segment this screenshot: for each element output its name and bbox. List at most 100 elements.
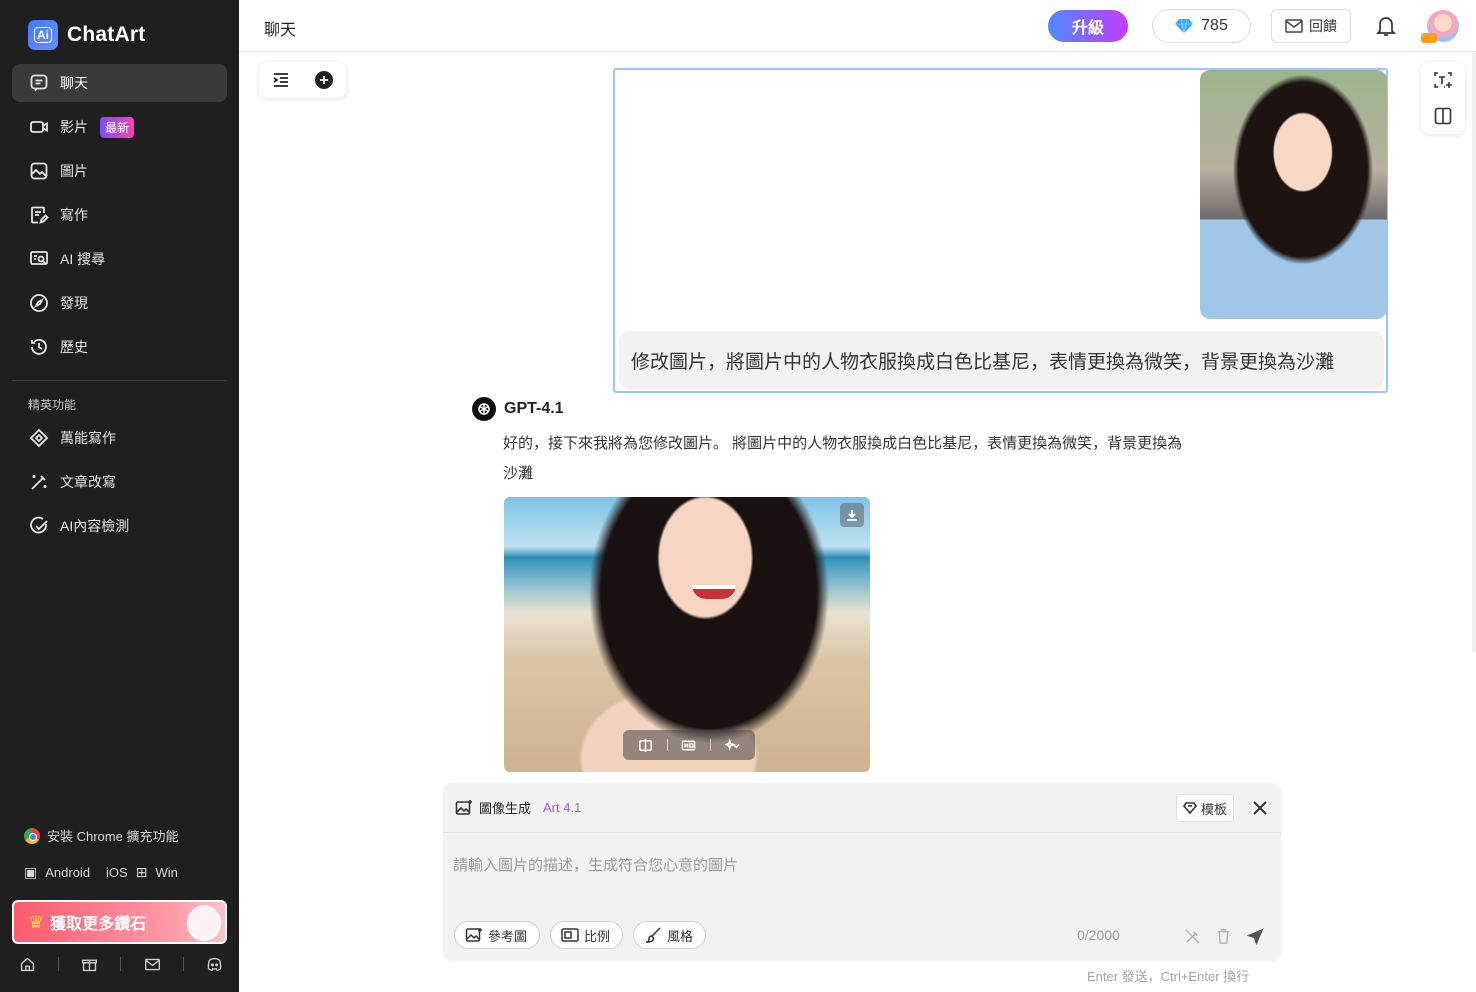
history-icon bbox=[28, 336, 50, 358]
nav-label: AI 搜尋 bbox=[60, 251, 106, 267]
download-icon[interactable] bbox=[840, 503, 864, 527]
composer-header: 圖像生成 Art 4.1 模板 bbox=[443, 783, 1281, 833]
magic-off-icon[interactable] bbox=[1181, 925, 1203, 947]
app-logo[interactable]: Ai ChatArt bbox=[28, 20, 145, 50]
topbar: 聊天 升級 785 回饋 bbox=[239, 0, 1476, 52]
composer: 圖像生成 Art 4.1 模板 參考圖 比例 風格 0/2000 bbox=[443, 783, 1281, 960]
ratio-icon bbox=[561, 928, 579, 942]
sparkle-dropdown-icon[interactable] bbox=[722, 734, 744, 756]
template-button[interactable]: 模板 bbox=[1176, 794, 1234, 822]
aspect-ratio-button[interactable]: 比例 bbox=[550, 921, 624, 949]
prompt-input[interactable] bbox=[453, 845, 1263, 885]
video-icon bbox=[28, 116, 50, 138]
nav-label: 寫作 bbox=[60, 207, 88, 223]
chat-toolbar bbox=[259, 62, 346, 98]
get-diamonds-button[interactable]: ♛ 獲取更多鑽石 bbox=[12, 900, 227, 944]
user-message: 修改圖片，將圖片中的人物衣服換成白色比基尼，表情更換為微笑，背景更換為沙灘 bbox=[613, 68, 1388, 393]
hd-icon[interactable] bbox=[678, 734, 700, 756]
style-button[interactable]: 風格 bbox=[633, 921, 707, 949]
nav-label: 圖片 bbox=[60, 163, 88, 179]
brush-icon bbox=[645, 927, 661, 943]
toggle-list-icon[interactable] bbox=[269, 68, 293, 92]
diamond-pen-icon bbox=[28, 427, 50, 449]
bot-model-name: GPT-4.1 bbox=[504, 400, 564, 417]
nav-divider bbox=[12, 380, 227, 381]
write-icon bbox=[28, 204, 50, 226]
user-avatar[interactable] bbox=[1421, 10, 1459, 43]
toolbar-divider bbox=[666, 739, 668, 751]
nav-item-history[interactable]: 歷史 bbox=[12, 328, 227, 366]
nav-label: 歷史 bbox=[60, 339, 88, 355]
feedback-label: 回饋 bbox=[1309, 18, 1337, 34]
send-icon[interactable] bbox=[1244, 925, 1266, 947]
sidebar: Ai ChatArt 聊天 影片 最新 圖片 寫作 AI 搜尋 發現 歷史 精英… bbox=[0, 0, 239, 992]
gift-icon[interactable] bbox=[79, 953, 101, 975]
mail-icon[interactable] bbox=[141, 953, 163, 975]
diamond-count: 785 bbox=[1201, 17, 1228, 34]
scrollbar[interactable] bbox=[1472, 52, 1476, 652]
ios-link[interactable]: iOS bbox=[106, 865, 128, 880]
platform-links: ▣ Android iOS ⊞ Win bbox=[24, 864, 178, 881]
user-uploaded-image[interactable] bbox=[1200, 70, 1387, 319]
nav-label: 文章改寫 bbox=[60, 474, 116, 490]
keyboard-hint: Enter 發送，Ctrl+Enter 換行 bbox=[1087, 969, 1250, 984]
chip-label: 比例 bbox=[584, 928, 611, 944]
template-icon bbox=[1182, 802, 1197, 815]
nav-label: 發現 bbox=[60, 295, 88, 311]
diamond-balance[interactable]: 785 bbox=[1152, 9, 1251, 43]
chrome-link-label: 安裝 Chrome 擴充功能 bbox=[47, 829, 179, 844]
chat-icon bbox=[28, 72, 50, 94]
mascot-icon bbox=[187, 905, 221, 941]
image-detail bbox=[692, 585, 736, 599]
bot-text-line: 好的，接下來我將為您修改圖片。 將圖片中的人物衣服換成白色比基尼，表情更換為微笑… bbox=[503, 435, 1183, 452]
reference-image-button[interactable]: 參考圖 bbox=[454, 921, 541, 949]
page-title: 聊天 bbox=[264, 22, 297, 39]
crown-icon: ♛ bbox=[28, 911, 45, 932]
footer-divider bbox=[57, 957, 59, 971]
app-name: ChatArt bbox=[67, 23, 146, 46]
nav-item-image[interactable]: 圖片 bbox=[12, 152, 227, 190]
chip-label: 參考圖 bbox=[488, 928, 528, 944]
magic-wand-icon bbox=[28, 471, 50, 493]
ai-search-icon bbox=[28, 248, 50, 270]
feedback-button[interactable]: 回饋 bbox=[1271, 9, 1351, 43]
vip-badge-icon bbox=[1421, 33, 1437, 43]
discord-icon[interactable] bbox=[204, 953, 226, 975]
close-icon[interactable] bbox=[1249, 797, 1271, 819]
nav-item-write[interactable]: 寫作 bbox=[12, 196, 227, 234]
nav-label: 聊天 bbox=[60, 75, 88, 91]
home-icon[interactable] bbox=[16, 953, 38, 975]
notification-bell-icon[interactable] bbox=[1375, 15, 1398, 37]
nav-item-rewrite[interactable]: 文章改寫 bbox=[12, 463, 227, 501]
generated-image[interactable] bbox=[504, 497, 870, 772]
nav-label: 影片 bbox=[60, 119, 88, 135]
add-image-icon bbox=[465, 928, 482, 942]
nav-item-universal-writing[interactable]: 萬能寫作 bbox=[12, 419, 227, 457]
screenshot-add-icon[interactable] bbox=[1431, 68, 1455, 92]
nav-item-ai-detect[interactable]: AI內容檢測 bbox=[12, 507, 227, 545]
compare-icon[interactable] bbox=[634, 734, 656, 756]
new-badge: 最新 bbox=[100, 116, 135, 138]
nav-item-ai-search[interactable]: AI 搜尋 bbox=[12, 240, 227, 278]
sidebar-footer bbox=[16, 953, 226, 975]
diamond-icon bbox=[1175, 18, 1194, 34]
split-panel-icon[interactable] bbox=[1431, 104, 1455, 128]
win-link[interactable]: Win bbox=[155, 865, 177, 880]
model-tag[interactable]: Art 4.1 bbox=[543, 800, 581, 815]
main-nav: 聊天 影片 最新 圖片 寫作 AI 搜尋 發現 歷史 bbox=[12, 64, 227, 372]
trash-icon[interactable] bbox=[1212, 925, 1234, 947]
nav-item-chat[interactable]: 聊天 bbox=[12, 64, 227, 102]
compass-icon bbox=[28, 292, 50, 314]
android-link[interactable]: Android bbox=[45, 865, 90, 880]
chrome-extension-link[interactable]: 安裝 Chrome 擴充功能 bbox=[24, 826, 178, 845]
new-chat-icon[interactable] bbox=[312, 68, 336, 92]
user-message-text: 修改圖片，將圖片中的人物衣服換成白色比基尼，表情更換為微笑，背景更換為沙灘 bbox=[619, 331, 1384, 389]
nav-item-video[interactable]: 影片 最新 bbox=[12, 108, 227, 146]
check-circle-icon bbox=[28, 515, 50, 537]
upgrade-button[interactable]: 升級 bbox=[1048, 10, 1128, 42]
nav-item-discover[interactable]: 發現 bbox=[12, 284, 227, 322]
mode-selector[interactable]: 圖像生成 Art 4.1 bbox=[455, 798, 581, 817]
template-label: 模板 bbox=[1200, 801, 1227, 817]
nav-label: AI內容檢測 bbox=[60, 518, 130, 534]
bot-message-text: 好的，接下來我將為您修改圖片。 將圖片中的人物衣服換成白色比基尼，表情更換為微笑… bbox=[503, 429, 1243, 489]
